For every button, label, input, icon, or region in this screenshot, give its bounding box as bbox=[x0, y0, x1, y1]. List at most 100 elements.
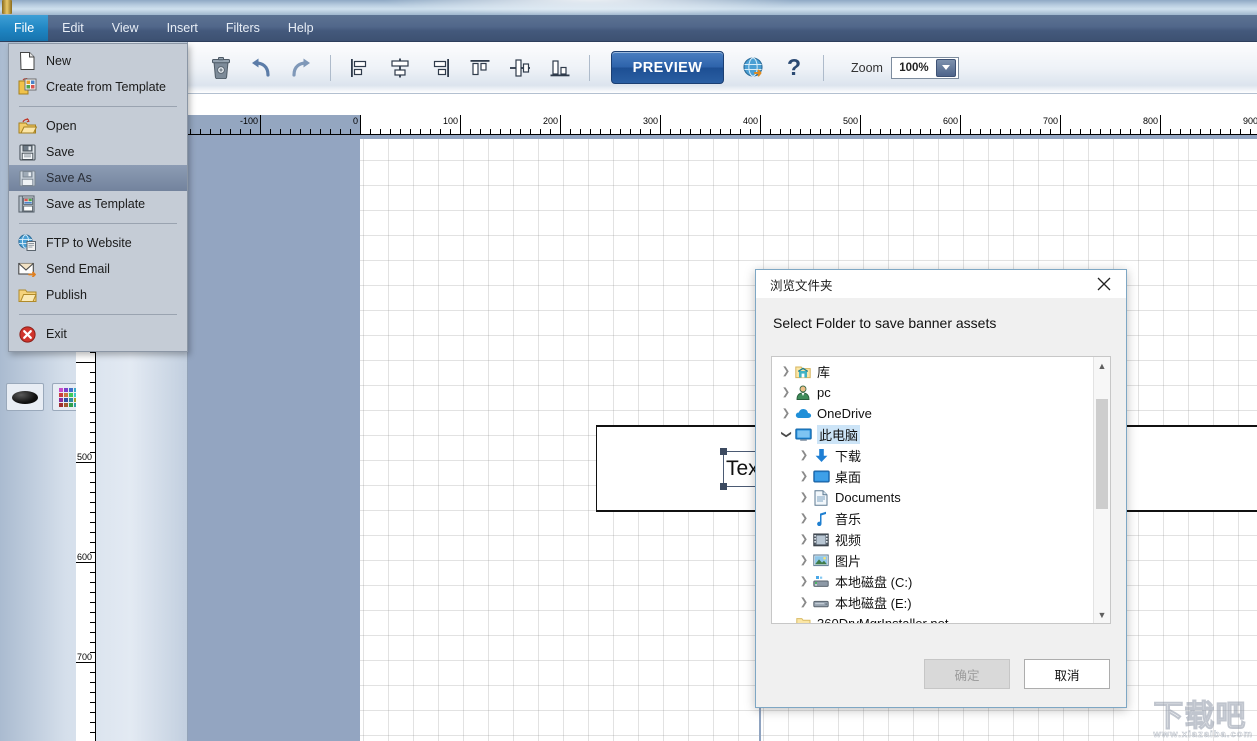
ruler-label-h: 0 bbox=[352, 116, 358, 126]
chevron-right-icon[interactable]: ❯ bbox=[796, 492, 812, 503]
preview-button[interactable]: PREVIEW bbox=[611, 51, 724, 84]
chevron-down-icon[interactable]: ❯ bbox=[781, 427, 792, 443]
ruler-minor-tick bbox=[1020, 129, 1021, 134]
file-menu-item-create-from-template[interactable]: Create from Template bbox=[9, 74, 187, 100]
close-x-icon[interactable] bbox=[1082, 270, 1126, 299]
ruler-minor-tick bbox=[90, 542, 95, 543]
ruler-minor-tick bbox=[970, 129, 971, 134]
menu-item-filters[interactable]: Filters bbox=[212, 15, 274, 41]
file-menu-item-save-as[interactable]: Save As bbox=[9, 165, 187, 191]
ruler-minor-tick bbox=[90, 392, 95, 393]
chevron-right-icon[interactable]: ❯ bbox=[778, 366, 794, 377]
tree-item[interactable]: 360DrvMgrInstaller net bbox=[772, 613, 1093, 623]
tree-item[interactable]: ❯ 桌面 bbox=[772, 466, 1093, 487]
tree-item[interactable]: ❯ Documents bbox=[772, 487, 1093, 508]
ruler-minor-tick bbox=[250, 129, 251, 134]
tree-item[interactable]: ❯ 本地磁盘 (E:) bbox=[772, 592, 1093, 613]
selection-handle-top-left[interactable] bbox=[720, 448, 727, 455]
chevron-right-icon[interactable]: ❯ bbox=[796, 513, 812, 524]
align-center-icon[interactable] bbox=[383, 51, 417, 85]
ruler-minor-tick bbox=[630, 129, 631, 134]
ruler-minor-tick bbox=[830, 129, 831, 134]
ftp-globe-icon bbox=[17, 234, 37, 252]
file-menu-item-open[interactable]: Open bbox=[9, 113, 187, 139]
question-mark-icon[interactable]: ? bbox=[777, 51, 811, 85]
ruler-minor-tick bbox=[570, 129, 571, 134]
ruler-minor-tick bbox=[1170, 129, 1171, 134]
ruler-label-h: 900 bbox=[1242, 116, 1257, 126]
ruler-minor-tick bbox=[880, 129, 881, 134]
menu-item-insert[interactable]: Insert bbox=[153, 15, 212, 41]
ruler-minor-tick bbox=[800, 129, 801, 134]
file-menu-item-save-as-template[interactable]: Save as Template bbox=[9, 191, 187, 217]
tree-item[interactable]: ❯ 库 bbox=[772, 361, 1093, 382]
globe-icon[interactable] bbox=[737, 51, 771, 85]
chevron-up-icon[interactable]: ▲ bbox=[1094, 357, 1110, 374]
chevron-down-icon[interactable]: ▼ bbox=[1094, 606, 1110, 623]
chevron-right-icon[interactable]: ❯ bbox=[796, 576, 812, 587]
cancel-button[interactable]: 取消 bbox=[1024, 659, 1110, 689]
menu-item-edit[interactable]: Edit bbox=[48, 15, 98, 41]
folder-tree[interactable]: ❯ 库 ❯ pc ❯ OneDrive ❯ 此电脑 ❯ 下载 ❯ 桌面 ❯ Documents ❯ 音乐 ❯ 视频… bbox=[771, 356, 1111, 624]
ok-button[interactable]: 确定 bbox=[924, 659, 1010, 689]
tree-scrollbar[interactable]: ▲ ▼ bbox=[1093, 357, 1110, 623]
tree-item[interactable]: ❯ 此电脑 bbox=[772, 424, 1093, 445]
tree-item[interactable]: ❯ 图片 bbox=[772, 550, 1093, 571]
align-left-icon[interactable] bbox=[343, 51, 377, 85]
tree-item[interactable]: ❯ 音乐 bbox=[772, 508, 1093, 529]
delete-icon[interactable] bbox=[204, 51, 238, 85]
tree-item[interactable]: ❯ OneDrive bbox=[772, 403, 1093, 424]
chevron-right-icon[interactable]: ❯ bbox=[796, 555, 812, 566]
tree-item[interactable]: ❯ 本地磁盘 (C:) bbox=[772, 571, 1093, 592]
chevron-right-icon[interactable]: ❯ bbox=[796, 597, 812, 608]
ruler-minor-tick bbox=[1240, 129, 1241, 134]
ruler-minor-tick bbox=[1250, 129, 1251, 134]
horizontal-ruler[interactable]: -100 0 100 200 300 400 500 600 700 800 900 bbox=[188, 115, 1257, 135]
brush-swatch-button[interactable] bbox=[6, 383, 44, 411]
align-middle-icon[interactable] bbox=[503, 51, 537, 85]
ruler-minor-tick bbox=[950, 129, 951, 134]
ruler-minor-tick bbox=[90, 582, 95, 583]
menu-item-help[interactable]: Help bbox=[274, 15, 328, 41]
chevron-down-icon[interactable] bbox=[935, 58, 956, 77]
ruler-minor-tick bbox=[280, 129, 281, 134]
file-menu-item-save[interactable]: Save bbox=[9, 139, 187, 165]
downloads-arrow-icon bbox=[812, 448, 830, 464]
align-bottom-icon[interactable] bbox=[543, 51, 577, 85]
chevron-right-icon[interactable]: ❯ bbox=[796, 534, 812, 545]
align-top-icon[interactable] bbox=[463, 51, 497, 85]
file-menu-item-label: Open bbox=[46, 119, 77, 133]
ruler-label-v: 600 bbox=[77, 552, 93, 562]
file-menu-item-new[interactable]: New bbox=[9, 48, 187, 74]
tree-item[interactable]: ❯ 视频 bbox=[772, 529, 1093, 550]
tree-item[interactable]: ❯ pc bbox=[772, 382, 1093, 403]
ruler-label-h: 400 bbox=[742, 116, 758, 126]
tree-item[interactable]: ❯ 下载 bbox=[772, 445, 1093, 466]
ruler-minor-tick bbox=[320, 129, 321, 134]
file-menu-item-label: Create from Template bbox=[46, 80, 166, 94]
file-menu-item-label: Exit bbox=[46, 327, 67, 341]
ruler-minor-tick bbox=[230, 129, 231, 134]
align-right-icon[interactable] bbox=[423, 51, 457, 85]
selection-handle-bottom-left[interactable] bbox=[720, 483, 727, 490]
ruler-minor-tick bbox=[210, 129, 211, 134]
system-drive-icon bbox=[812, 574, 830, 590]
file-menu-item-exit[interactable]: Exit bbox=[9, 321, 187, 347]
menu-item-file[interactable]: File bbox=[0, 15, 49, 41]
file-menu-item-send-email[interactable]: Send Email bbox=[9, 256, 187, 282]
ruler-minor-tick bbox=[870, 129, 871, 134]
undo-icon[interactable] bbox=[244, 51, 278, 85]
ruler-minor-tick bbox=[330, 129, 331, 134]
file-menu-item-ftp-to-website[interactable]: FTP to Website bbox=[9, 230, 187, 256]
ruler-minor-tick bbox=[750, 129, 751, 134]
chevron-right-icon[interactable]: ❯ bbox=[778, 408, 794, 419]
redo-icon[interactable] bbox=[284, 51, 318, 85]
file-menu-item-publish[interactable]: Publish bbox=[9, 282, 187, 308]
file-menu-divider bbox=[19, 223, 177, 224]
scrollbar-thumb[interactable] bbox=[1096, 399, 1108, 509]
zoom-combobox[interactable]: 100% bbox=[890, 56, 959, 79]
chevron-right-icon[interactable]: ❯ bbox=[796, 471, 812, 482]
chevron-right-icon[interactable]: ❯ bbox=[778, 387, 794, 398]
menu-item-view[interactable]: View bbox=[98, 15, 153, 41]
chevron-right-icon[interactable]: ❯ bbox=[796, 450, 812, 461]
